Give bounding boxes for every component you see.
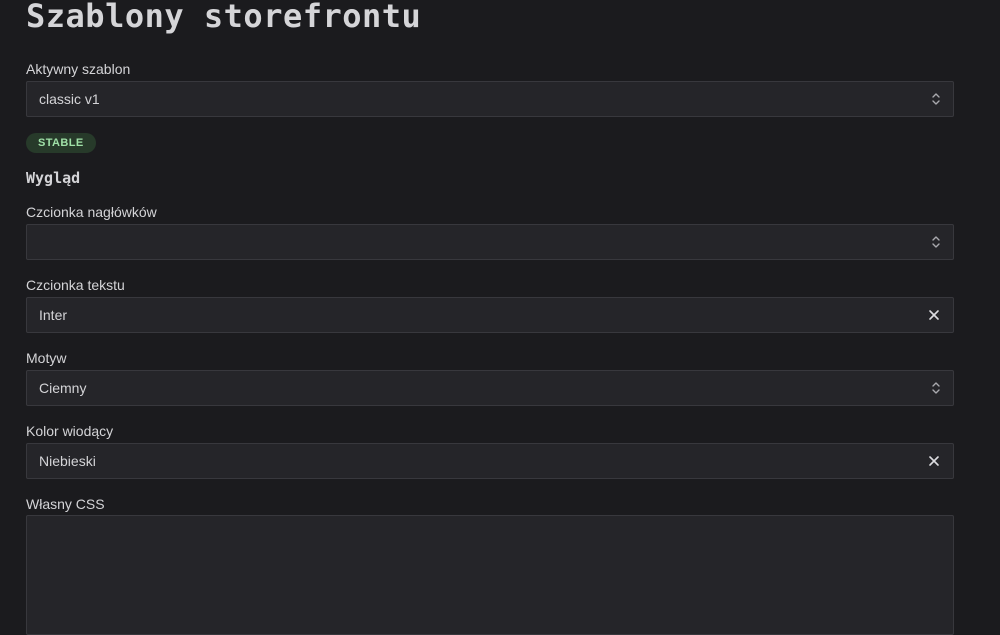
active-template-select[interactable]: classic v1 — [26, 81, 954, 117]
custom-css-label: Własny CSS — [26, 496, 105, 512]
chevron-up-down-icon — [931, 235, 941, 249]
heading-font-label: Czcionka nagłówków — [26, 204, 157, 220]
status-badge: STABLE — [26, 133, 96, 153]
storefront-templates-page: Szablony storefrontu Aktywny szablon cla… — [0, 0, 1000, 635]
theme-label: Motyw — [26, 350, 67, 366]
active-template-value: classic v1 — [39, 91, 100, 107]
custom-css-textarea[interactable] — [26, 515, 954, 635]
accent-color-label: Kolor wiodący — [26, 423, 114, 439]
chevron-up-down-icon — [931, 381, 941, 395]
close-icon[interactable] — [927, 308, 941, 322]
page-title: Szablony storefrontu — [26, 0, 422, 35]
body-font-label: Czcionka tekstu — [26, 277, 125, 293]
appearance-section-title: Wygląd — [26, 169, 81, 187]
accent-color-select[interactable]: Niebieski — [26, 443, 954, 479]
theme-select[interactable]: Ciemny — [26, 370, 954, 406]
body-font-value: Inter — [39, 307, 68, 323]
accent-color-value: Niebieski — [39, 453, 96, 469]
chevron-up-down-icon — [931, 92, 941, 106]
close-icon[interactable] — [927, 454, 941, 468]
body-font-select[interactable]: Inter — [26, 297, 954, 333]
active-template-label: Aktywny szablon — [26, 61, 131, 77]
heading-font-select[interactable] — [26, 224, 954, 260]
theme-value: Ciemny — [39, 380, 87, 396]
